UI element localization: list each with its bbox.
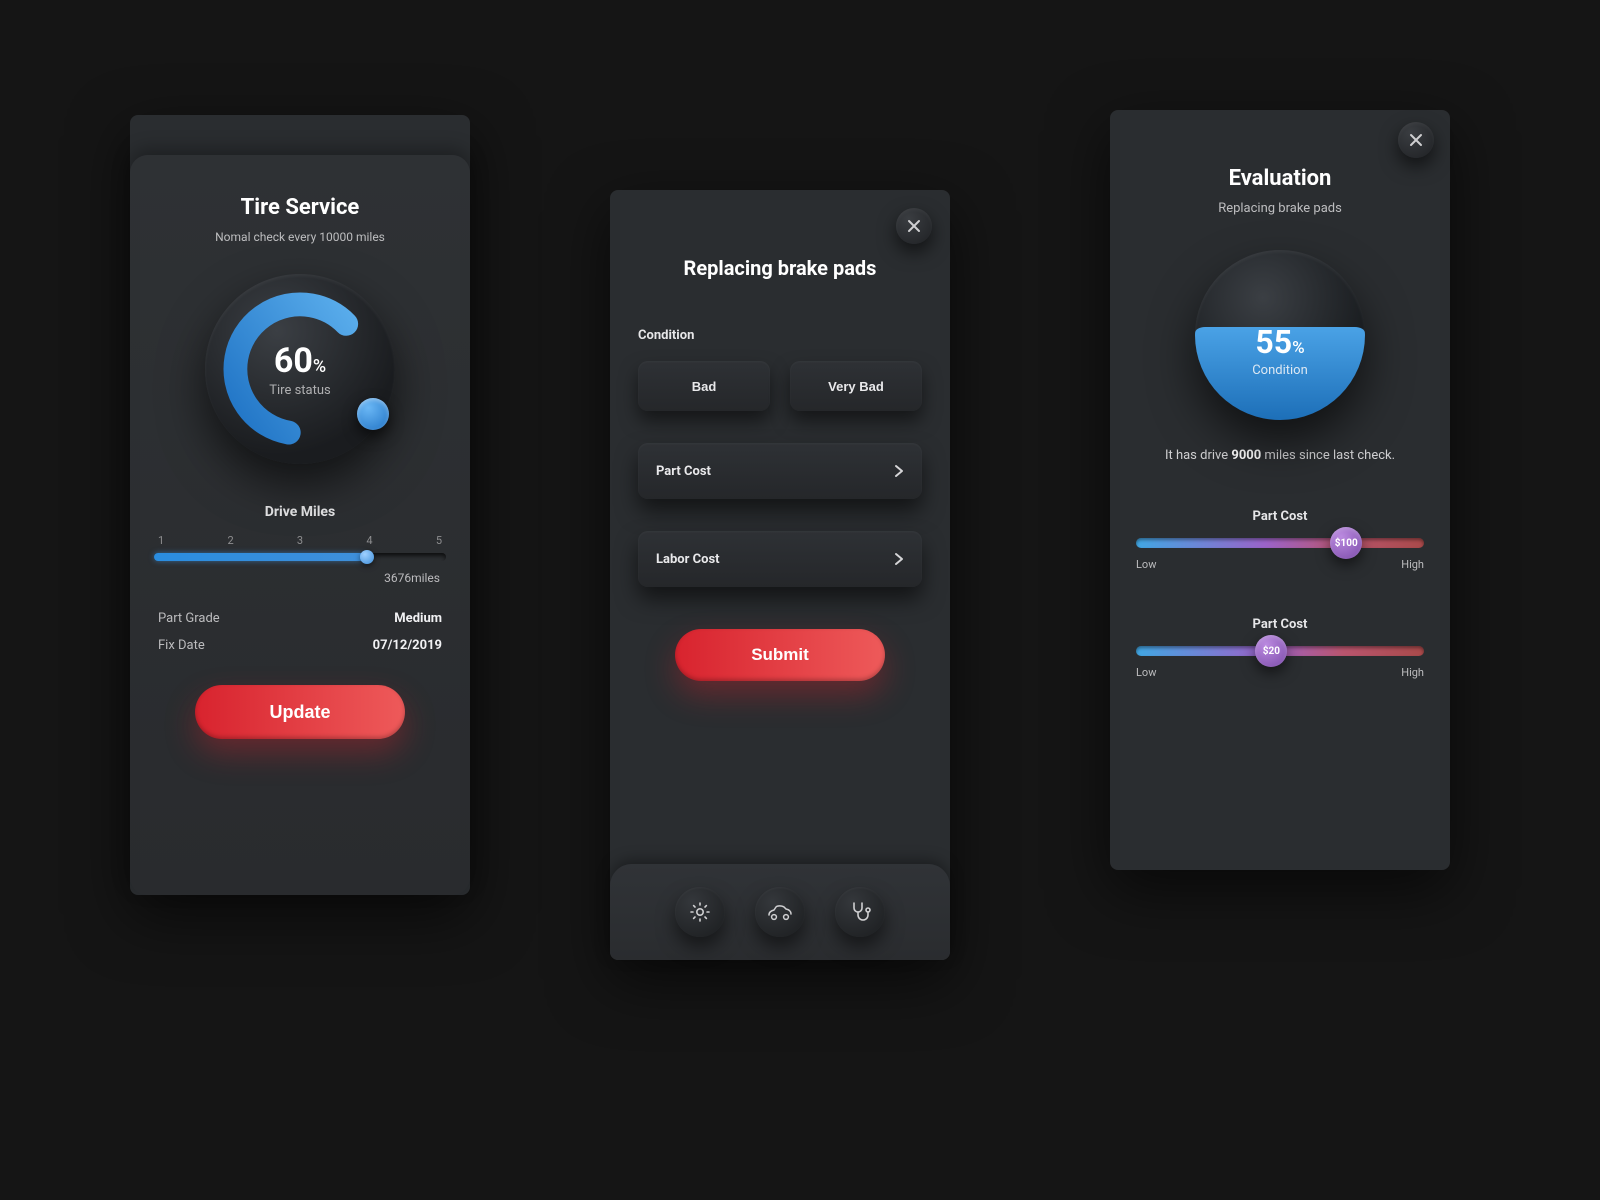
tab-vehicle[interactable] bbox=[755, 887, 805, 937]
tire-service-subtitle: Nomal check every 10000 miles bbox=[215, 230, 385, 244]
close-button[interactable] bbox=[1398, 122, 1434, 158]
brake-pads-screen: Replacing brake pads Condition Bad Very … bbox=[610, 190, 950, 960]
tire-service-card: Tire Service Nomal check every 10000 mil… bbox=[130, 155, 470, 895]
tabbar bbox=[610, 864, 950, 960]
tab-settings[interactable] bbox=[675, 887, 725, 937]
drive-miles-value: 3676miles bbox=[154, 571, 446, 585]
part-cost-slider-2[interactable]: $20 bbox=[1136, 646, 1424, 656]
evaluation-screen: Evaluation Replacing brake pads 55% Cond… bbox=[1110, 110, 1450, 870]
condition-bad-button[interactable]: Bad bbox=[638, 361, 770, 411]
evaluation-subtitle: Replacing brake pads bbox=[1136, 201, 1424, 216]
fix-date-row: Fix Date 07/12/2019 bbox=[154, 632, 446, 659]
part-cost-block-2: Part Cost $20 Low High bbox=[1136, 617, 1424, 679]
part-grade-row: Part Grade Medium bbox=[154, 605, 446, 632]
condition-label: Condition bbox=[638, 328, 922, 343]
condition-very-bad-button[interactable]: Very Bad bbox=[790, 361, 922, 411]
close-button[interactable] bbox=[896, 208, 932, 244]
labor-cost-row[interactable]: Labor Cost bbox=[638, 531, 922, 587]
stethoscope-icon bbox=[849, 900, 871, 924]
drive-miles-section: Drive Miles 1 2 3 4 5 3676miles bbox=[154, 504, 446, 585]
drive-miles-title: Drive Miles bbox=[154, 504, 446, 520]
tire-status-percent: 60% bbox=[274, 341, 326, 381]
tire-status-label: Tire status bbox=[269, 383, 330, 398]
car-icon bbox=[766, 902, 794, 922]
drive-miles-slider[interactable] bbox=[154, 553, 446, 561]
brake-pads-title: Replacing brake pads bbox=[632, 256, 928, 280]
tire-service-title: Tire Service bbox=[241, 195, 360, 220]
tab-diagnostics[interactable] bbox=[835, 887, 885, 937]
gauge-knob[interactable] bbox=[357, 398, 389, 430]
drive-miles-ticks: 1 2 3 4 5 bbox=[154, 534, 446, 547]
update-button[interactable]: Update bbox=[195, 685, 405, 739]
chevron-right-icon bbox=[894, 552, 904, 566]
evaluation-title: Evaluation bbox=[1136, 166, 1424, 191]
part-cost-block-1: Part Cost $100 Low High bbox=[1136, 509, 1424, 571]
drive-miles-knob[interactable] bbox=[360, 550, 374, 564]
cost-thumb-1[interactable]: $100 bbox=[1330, 527, 1362, 559]
miles-since-check: It has drive 9000 miles since last check… bbox=[1136, 448, 1424, 463]
condition-gauge: 55% Condition bbox=[1195, 250, 1365, 420]
tire-service-screen: Tire Service Nomal check every 10000 mil… bbox=[130, 115, 470, 895]
close-icon bbox=[907, 219, 921, 233]
condition-percent: 55% bbox=[1255, 323, 1304, 361]
submit-button[interactable]: Submit bbox=[675, 629, 885, 681]
tire-status-gauge: 60% Tire status bbox=[205, 274, 395, 464]
part-cost-row[interactable]: Part Cost bbox=[638, 443, 922, 499]
part-cost-slider-1[interactable]: $100 bbox=[1136, 538, 1424, 548]
chevron-right-icon bbox=[894, 464, 904, 478]
condition-label: Condition bbox=[1252, 363, 1308, 378]
close-icon bbox=[1409, 133, 1423, 147]
gear-icon bbox=[688, 900, 712, 924]
cost-thumb-2[interactable]: $20 bbox=[1255, 635, 1287, 667]
